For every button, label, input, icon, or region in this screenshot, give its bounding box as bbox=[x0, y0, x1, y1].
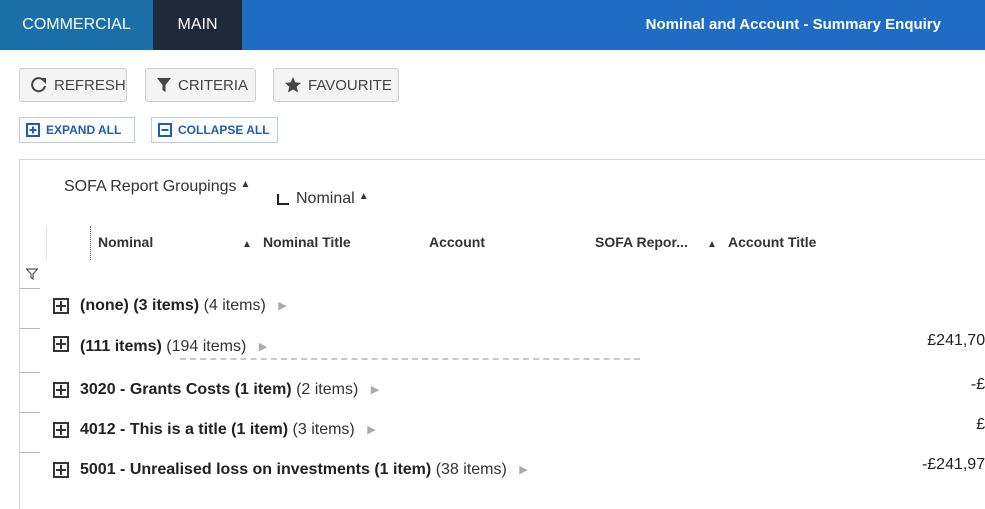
group-row[interactable]: 4012 - This is a title (1 item) (3 items… bbox=[20, 412, 985, 452]
sort-up-icon: ▲ bbox=[242, 239, 252, 250]
minus-square-icon bbox=[158, 123, 172, 137]
expand-all-button[interactable]: EXPAND ALL bbox=[19, 117, 135, 143]
page-title: Nominal and Account - Summary Enquiry bbox=[645, 16, 941, 33]
group-row-label: (111 items) (194 items) ▶ bbox=[80, 338, 267, 356]
group-row[interactable]: 5001 - Unrealised loss on investments (1… bbox=[20, 452, 985, 492]
group-row-amount: £241,708 bbox=[927, 332, 985, 349]
group-row-label: 5001 - Unrealised loss on investments (1… bbox=[80, 461, 528, 479]
group-row[interactable]: 3020 - Grants Costs (1 item) (2 items) ▶… bbox=[20, 372, 985, 412]
group-row-count: (194 items) bbox=[166, 338, 247, 355]
group-row-amount: -£241,971 bbox=[921, 456, 985, 473]
row-divider bbox=[20, 452, 40, 453]
sort-up-icon: ▲ bbox=[240, 179, 251, 190]
plus-square-icon bbox=[26, 123, 40, 137]
row-divider bbox=[20, 372, 40, 373]
group-row-label: (none) (3 items) (4 items) ▶ bbox=[80, 297, 287, 315]
filter-icon[interactable] bbox=[26, 268, 38, 280]
group-row-count: (38 items) bbox=[435, 461, 507, 478]
group-row-title: 3020 - Grants Costs (1 item) bbox=[80, 381, 292, 398]
group-row-amount: -£3 bbox=[970, 376, 985, 393]
group-row-label: 3020 - Grants Costs (1 item) (2 items) ▶ bbox=[80, 381, 379, 399]
tab-commercial[interactable]: COMMERCIAL bbox=[0, 0, 153, 50]
column-header-nominal-title[interactable]: Nominal Title bbox=[263, 234, 351, 250]
group-row[interactable]: (111 items) (194 items) ▶ £241,708 bbox=[20, 328, 985, 368]
expand-row-icon[interactable] bbox=[53, 382, 69, 398]
row-divider bbox=[20, 328, 40, 329]
group-row-count: (3 items) bbox=[292, 421, 355, 438]
caret-right-icon: ▶ bbox=[519, 464, 528, 476]
group-row-amount: £1 bbox=[976, 416, 985, 433]
caret-right-icon: ▶ bbox=[370, 384, 380, 396]
criteria-label: CRITERIA bbox=[178, 76, 249, 94]
caret-right-icon: ▶ bbox=[367, 424, 376, 436]
group-chip-sofa-label: SOFA Report Groupings bbox=[64, 178, 237, 195]
refresh-icon bbox=[31, 77, 46, 93]
group-row-title: 4012 - This is a title (1 item) bbox=[80, 421, 289, 438]
group-row-count: (2 items) bbox=[296, 381, 359, 398]
expand-row-icon[interactable] bbox=[53, 336, 69, 352]
refresh-button[interactable]: REFRESH bbox=[19, 68, 127, 102]
sort-up-icon: ▲ bbox=[358, 191, 369, 202]
collapse-all-button[interactable]: COLLAPSE ALL bbox=[151, 117, 278, 143]
group-chip-sofa[interactable]: SOFA Report Groupings ▲ bbox=[64, 178, 250, 196]
row-divider bbox=[20, 288, 40, 289]
expand-all-label: EXPAND ALL bbox=[46, 123, 122, 137]
caret-right-icon: ▶ bbox=[278, 300, 287, 312]
group-row-title: (111 items) bbox=[80, 338, 162, 355]
group-row-title: 5001 - Unrealised loss on investments (1… bbox=[80, 461, 432, 478]
group-row-label: 4012 - This is a title (1 item) (3 items… bbox=[80, 421, 376, 439]
summary-grid: SOFA Report Groupings ▲ Nominal ▲ Nominal … bbox=[19, 159, 985, 509]
column-header-nominal[interactable]: Nominal bbox=[98, 234, 153, 250]
row-divider bbox=[20, 412, 40, 413]
sort-up-icon: ▲ bbox=[707, 239, 717, 250]
filter-icon bbox=[157, 78, 171, 92]
collapse-all-label: COLLAPSE ALL bbox=[178, 123, 270, 137]
column-divider bbox=[46, 226, 47, 260]
group-row[interactable]: (none) (3 items) (4 items) ▶ £ bbox=[20, 288, 985, 328]
expand-row-icon[interactable] bbox=[53, 422, 69, 438]
group-row-title: (none) (3 items) bbox=[80, 297, 200, 314]
caret-right-icon: ▶ bbox=[258, 341, 268, 353]
row-overlay-line bbox=[180, 358, 640, 360]
group-chip-nominal[interactable]: Nominal ▲ bbox=[296, 190, 369, 208]
group-row-count: (4 items) bbox=[203, 297, 266, 314]
favourite-label: FAVOURITE bbox=[308, 76, 392, 94]
group-connector bbox=[277, 194, 289, 205]
top-bar: COMMERCIAL MAIN Nominal and Account - Su… bbox=[0, 0, 985, 50]
tab-main[interactable]: MAIN bbox=[153, 0, 242, 50]
column-header-sofa-report[interactable]: SOFA Repor... bbox=[595, 234, 688, 250]
star-icon bbox=[285, 77, 301, 93]
column-header-sofa-sort[interactable]: ▲ bbox=[707, 234, 717, 250]
column-header-account-title[interactable]: Account Title bbox=[728, 234, 816, 250]
filter-row[interactable] bbox=[20, 264, 985, 286]
expand-row-icon[interactable] bbox=[53, 298, 69, 314]
column-resize-handle[interactable] bbox=[90, 226, 91, 260]
column-header-account[interactable]: Account bbox=[429, 234, 485, 250]
refresh-label: REFRESH bbox=[54, 76, 126, 94]
expand-row-icon[interactable] bbox=[53, 462, 69, 478]
criteria-button[interactable]: CRITERIA bbox=[145, 68, 256, 102]
group-chip-nominal-label: Nominal bbox=[296, 190, 355, 207]
column-header-nominal-sort[interactable]: ▲ bbox=[242, 234, 252, 250]
favourite-button[interactable]: FAVOURITE bbox=[273, 68, 399, 102]
